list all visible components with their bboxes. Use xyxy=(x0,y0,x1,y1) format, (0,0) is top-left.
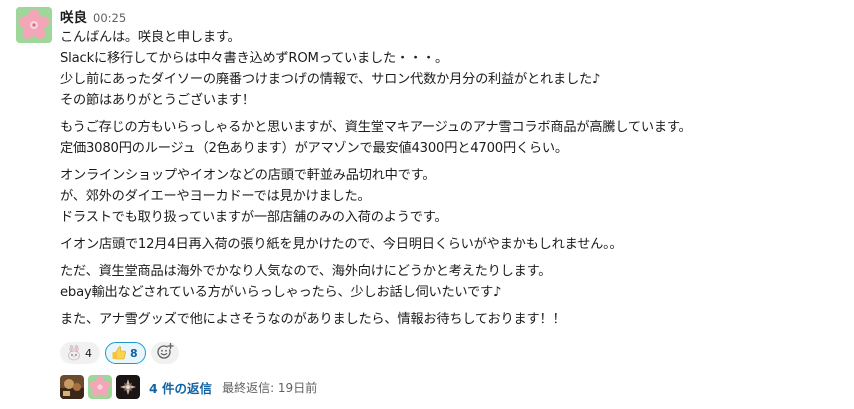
message-line: Slackに移行してからは中々書き込めずROMっていました・・・。 xyxy=(60,51,448,66)
message-line: こんばんは。咲良と申します。 xyxy=(60,30,241,45)
thread-participant-avatar xyxy=(60,375,84,399)
thread-last-reply: 最終返信: 19日前 xyxy=(222,380,318,395)
rabbit-emoji-icon xyxy=(66,345,82,361)
message-line: オンラインショップやイオンなどの店頭で軒並み品切れ中です。 xyxy=(60,168,436,183)
message-paragraph: こんばんは。咲良と申します。 Slackに移行してからは中々書き込めずROMって… xyxy=(60,27,840,111)
message-paragraph: イオン店頭で12月4日再入荷の張り紙を見かけたので、今日明日くらいがやまかもしれ… xyxy=(60,234,840,255)
message-line: 定価3080円のルージュ（2色あります）がアマゾンで最安値4300円と4700円… xyxy=(60,141,568,156)
message-paragraph: もうご存じの方もいらっしゃるかと思いますが、資生堂マキアージュのアナ雪コラボ商品… xyxy=(60,117,840,159)
message-line: ebay輸出などされている方がいらっしゃったら、少しお話し伺いたいです♪ xyxy=(60,285,502,300)
message-line: 少し前にあったダイソーの廃番つけまつげの情報で、サロン代数か月分の利益がとれまし… xyxy=(60,72,601,87)
thumbs-up-emoji-icon xyxy=(111,345,127,361)
message-body: こんばんは。咲良と申します。 Slackに移行してからは中々書き込めずROMって… xyxy=(60,27,840,330)
message-line: ドラストでも取り扱っていますが一部店舗のみの入荷のようです。 xyxy=(60,210,448,225)
thread-participant-avatar xyxy=(116,375,140,399)
reactions-bar: 4 8 xyxy=(60,342,179,364)
message-line: また、アナ雪グッズで他によさそうなのがありましたら、情報お待ちしております！！ xyxy=(60,312,566,327)
add-reaction-icon xyxy=(156,342,174,364)
reaction-count: 8 xyxy=(130,346,138,360)
message-paragraph: また、アナ雪グッズで他によさそうなのがありましたら、情報お待ちしております！！ xyxy=(60,309,840,330)
message-paragraph: オンラインショップやイオンなどの店頭で軒並み品切れ中です。 が、郊外のダイエーや… xyxy=(60,165,840,228)
reaction-count: 4 xyxy=(85,346,92,360)
message-line: が、郊外のダイエーやヨーカドーでは見かけました。 xyxy=(60,189,371,204)
thread-participant-avatar xyxy=(88,375,112,399)
thread-reply-count-link[interactable]: 4 件の返信 xyxy=(149,378,212,397)
sender-avatar[interactable] xyxy=(16,7,52,43)
add-reaction-button[interactable] xyxy=(150,342,179,364)
thread-summary[interactable]: 4 件の返信 最終返信: 19日前 xyxy=(60,375,317,399)
message-line: その節はありがとうございます！ xyxy=(60,93,255,108)
message-line: ただ、資生堂商品は海外でかなり人気なので、海外向けにどうかと考えたりします。 xyxy=(60,264,552,279)
sender-name[interactable]: 咲良 xyxy=(60,6,87,26)
message-paragraph: ただ、資生堂商品は海外でかなり人気なので、海外向けにどうかと考えたりします。 e… xyxy=(60,261,840,303)
message-header: 咲良 00:25 xyxy=(60,6,126,26)
message-line: もうご存じの方もいらっしゃるかと思いますが、資生堂マキアージュのアナ雪コラボ商品… xyxy=(60,120,692,135)
reaction-thumbs-up[interactable]: 8 xyxy=(105,342,146,364)
message-line: イオン店頭で12月4日再入荷の張り紙を見かけたので、今日明日くらいがやまかもしれ… xyxy=(60,237,623,252)
message: 咲良 00:25 こんばんは。咲良と申します。 Slackに移行してからは中々書… xyxy=(0,0,854,409)
message-timestamp[interactable]: 00:25 xyxy=(93,11,126,25)
reaction-rabbit[interactable]: 4 xyxy=(60,342,100,364)
